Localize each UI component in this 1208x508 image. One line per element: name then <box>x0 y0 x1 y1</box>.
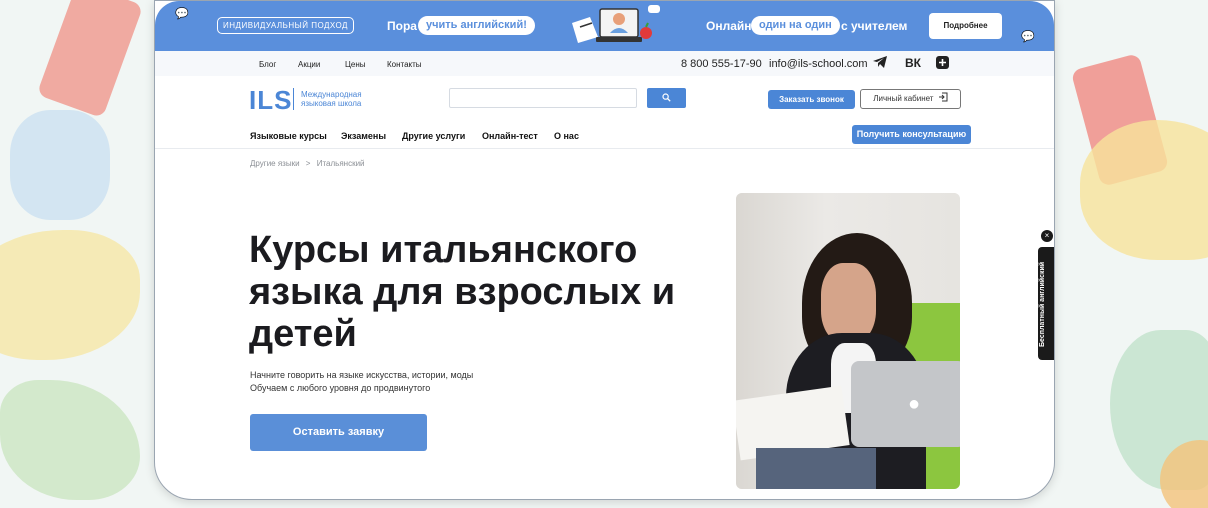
search-input[interactable] <box>449 88 637 108</box>
search-button[interactable] <box>647 88 686 108</box>
personal-account-label: Личный кабинет <box>873 94 934 103</box>
background-decoration <box>1080 120 1208 260</box>
main-nav: Языковые курсы Экзамены Другие услуги Он… <box>155 125 1054 149</box>
login-icon <box>938 92 948 102</box>
top-link-contacts[interactable]: Контакты <box>387 60 422 69</box>
search-icon <box>662 93 671 102</box>
personal-account-button[interactable]: Личный кабинет <box>860 89 961 109</box>
background-decoration <box>36 0 144 119</box>
promo-text-online: Онлайн <box>706 19 752 33</box>
logo-subtitle-line2: языковая школа <box>301 99 362 108</box>
phone-number[interactable]: 8 800 555-17-90 <box>681 58 762 70</box>
free-english-side-tab[interactable]: Бесплатный английский <box>1038 247 1054 360</box>
background-decoration <box>0 380 140 500</box>
hero-subtitle: Начните говорить на языке искусства, ист… <box>250 369 473 395</box>
nav-item-online-test[interactable]: Онлайн-тест <box>482 131 538 141</box>
top-link-promotions[interactable]: Акции <box>298 60 320 69</box>
get-consultation-button[interactable]: Получить консультацию <box>852 125 971 144</box>
top-link-blog[interactable]: Блог <box>259 60 276 69</box>
breadcrumb-separator: > <box>305 159 311 168</box>
hero-subtitle-line2: Обучаем с любого уровня до продвинутого <box>250 383 431 393</box>
teacher-laptop-illustration <box>572 5 660 43</box>
top-links-bar: Блог Акции Цены Контакты 8 800 555-17-90… <box>155 51 1054 76</box>
telegram-icon[interactable] <box>873 56 887 71</box>
promo-text-teacher: с учителем <box>841 19 908 33</box>
nav-item-about[interactable]: О нас <box>554 131 579 141</box>
breadcrumb-parent[interactable]: Другие языки <box>250 159 300 168</box>
hero-photo: ● <box>736 193 960 489</box>
background-decoration <box>10 110 110 220</box>
ils-logo[interactable]: ILS <box>249 87 292 113</box>
breadcrumb-current: Итальянский <box>316 159 365 168</box>
side-tab-close-icon[interactable]: × <box>1041 230 1053 242</box>
plus-icon[interactable] <box>936 56 949 72</box>
promo-banner[interactable]: 💬 ИНДИВИДУАЛЬНЫЙ ПОДХОД Пора учить англи… <box>155 1 1054 51</box>
hero-subtitle-line1: Начните говорить на языке искусства, ист… <box>250 370 474 380</box>
chat-bubble-icon: 💬 <box>175 8 189 20</box>
promo-badge: ИНДИВИДУАЛЬНЫЙ ПОДХОД <box>217 17 354 34</box>
logo-subtitle-line1: Международная <box>301 90 362 99</box>
top-link-prices[interactable]: Цены <box>345 60 366 69</box>
vk-icon[interactable]: ВК <box>905 56 921 70</box>
nav-item-language-courses[interactable]: Языковые курсы <box>250 131 327 141</box>
promo-pill-left: учить английский! <box>418 16 535 35</box>
breadcrumb: Другие языки > Итальянский <box>250 159 365 168</box>
hero-title: Курсы итальянского языка для взрослых и … <box>249 229 676 355</box>
promo-more-button[interactable]: Подробнее <box>929 13 1002 39</box>
logo-divider <box>293 88 294 110</box>
call-back-button[interactable]: Заказать звонок <box>768 90 855 109</box>
nav-item-exams[interactable]: Экзамены <box>341 131 386 141</box>
background-decoration <box>0 230 140 360</box>
browser-frame: 💬 ИНДИВИДУАЛЬНЫЙ ПОДХОД Пора учить англи… <box>154 0 1055 500</box>
header-row: ILS Международная языковая школа Заказат… <box>155 85 1054 115</box>
side-tab-label: Бесплатный английский <box>1039 261 1046 347</box>
promo-pill-right: один на один <box>751 16 840 35</box>
logo-subtitle: Международная языковая школа <box>301 90 381 108</box>
email-link[interactable]: info@ils-school.com <box>769 58 868 70</box>
chat-bubble-icon: 💬 <box>1021 31 1035 43</box>
apple-logo-icon: ● <box>908 393 921 415</box>
promo-text-left: Пора <box>387 19 417 33</box>
leave-request-button[interactable]: Оставить заявку <box>250 414 427 451</box>
nav-item-other-services[interactable]: Другие услуги <box>402 131 465 141</box>
